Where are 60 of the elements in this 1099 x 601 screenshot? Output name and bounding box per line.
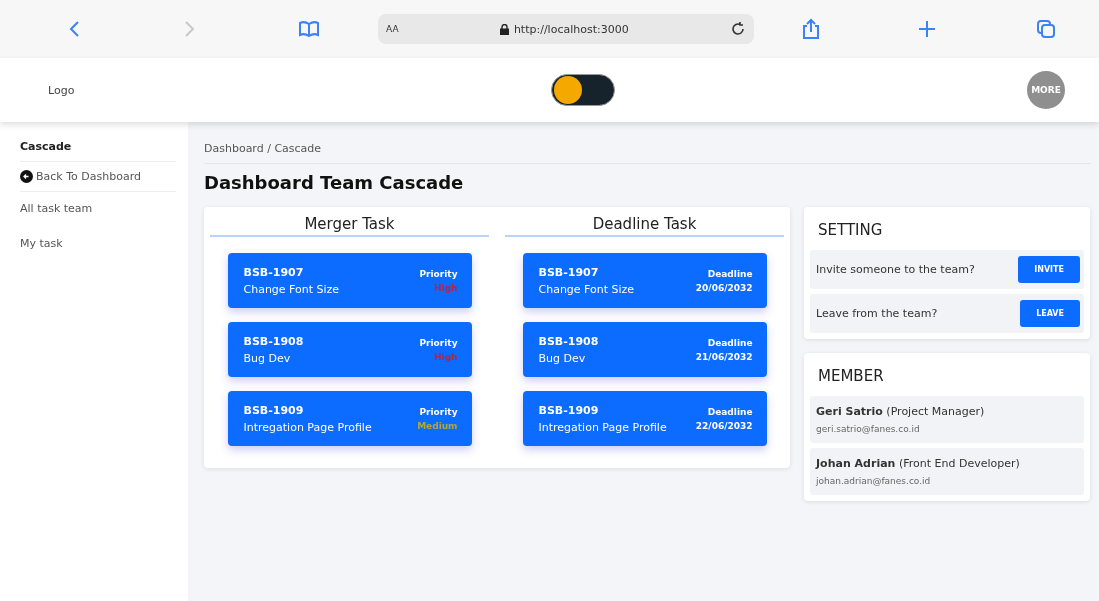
member-name: Geri Satrio (Project Manager) [816,405,986,418]
task-name: Change Font Size [538,282,635,296]
task-value: 22/06/2032 [695,420,753,431]
task-name: Intregation Page Profile [243,420,372,434]
theme-toggle[interactable] [550,74,615,106]
back-icon[interactable] [68,20,80,38]
logo-text: Logo [48,83,76,97]
task-name: Bug Dev [538,351,587,365]
task-code: BSB-1908 [538,334,599,348]
share-icon[interactable] [802,18,820,40]
task-code: BSB-1909 [243,403,305,417]
setting-text: Leave from the team? [816,307,938,320]
setting-text: Invite someone to the team? [816,263,975,276]
task-card[interactable]: BSB-1909 Intregation Page Profile Priority Medium [227,391,472,446]
task-value: 20/06/2032 [695,282,753,293]
task-name: Change Font Size [243,282,340,296]
member-email: geri.satrio@fanes.co.id [816,424,921,434]
panel-title: MEMBER [817,366,885,387]
plus-icon[interactable] [918,20,936,38]
task-card[interactable]: BSB-1909 Intregation Page Profile Deadline 22/06/2032 [522,391,767,446]
task-value: High [434,282,458,293]
panel-title: SETTING [817,220,884,241]
column-title: Deadline Task [505,215,784,237]
task-value: High [434,351,458,362]
lock-icon [499,23,509,35]
task-card[interactable]: BSB-1907 Change Font Size Priority High [227,253,472,308]
task-value: Medium [417,420,458,431]
sidebar-item[interactable]: My task [20,227,176,262]
task-label: Deadline [707,268,753,279]
reload-icon[interactable] [730,21,746,37]
task-card[interactable]: BSB-1908 Bug Dev Priority High [227,322,472,377]
task-code: BSB-1907 [243,265,305,279]
action-button[interactable]: LEAVE [1020,300,1080,327]
task-label: Priority [419,268,458,279]
task-label: Deadline [707,406,753,417]
task-name: Bug Dev [243,351,292,365]
task-label: Priority [419,406,458,417]
member-name: Johan Adrian (Front End Developer) [816,457,1021,470]
task-code: BSB-1909 [538,403,600,417]
column-title: Merger Task [210,215,489,237]
member-email: johan.adrian@fanes.co.id [816,476,932,486]
sidebar-item[interactable]: All task team [20,192,176,227]
action-button[interactable]: INVITE [1018,256,1080,283]
breadcrumb: Dashboard / Cascade [204,142,1091,164]
task-code: BSB-1907 [538,265,600,279]
sidebar-heading: Cascade [20,140,176,162]
page-title: Dashboard Team Cascade [204,172,465,193]
task-label: Deadline [707,337,753,348]
back-arrow-icon [20,170,33,183]
task-card[interactable]: BSB-1908 Bug Dev Deadline 21/06/2032 [522,322,767,377]
tabs-icon[interactable] [1036,19,1056,39]
address-bar[interactable]: AA http://localhost:3000 [378,14,754,44]
more-avatar[interactable]: MORE [1027,71,1065,109]
task-value: 21/06/2032 [695,351,753,362]
task-card[interactable]: BSB-1907 Change Font Size Deadline 20/06/2032 [522,253,767,308]
task-code: BSB-1908 [243,334,304,348]
task-name: Intregation Page Profile [538,420,667,434]
book-icon[interactable] [298,20,320,38]
back-link[interactable]: Back To Dashboard [20,162,176,192]
task-label: Priority [419,337,458,348]
